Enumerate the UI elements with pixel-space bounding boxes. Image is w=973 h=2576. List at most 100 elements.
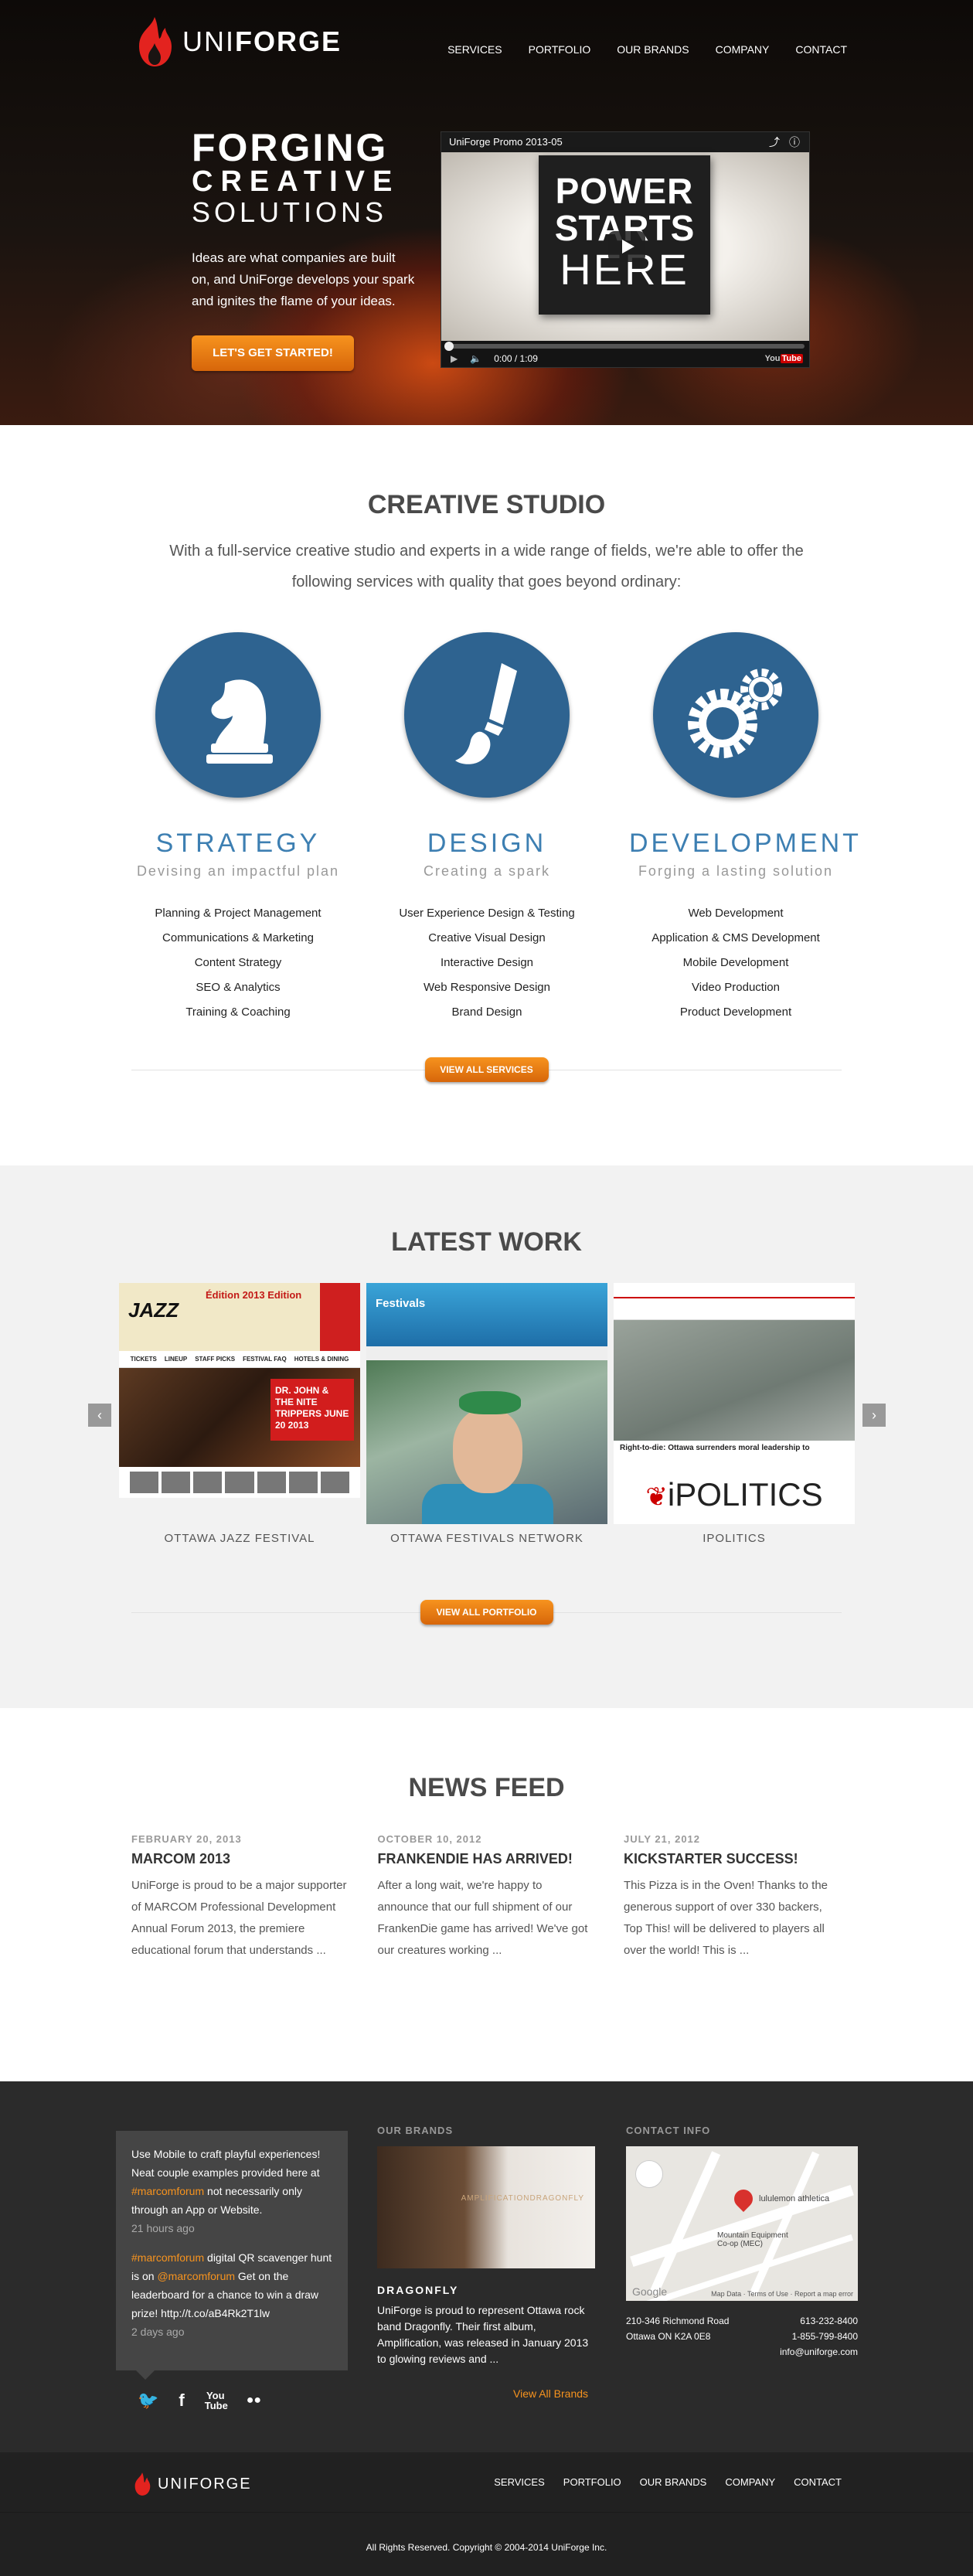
video-progress-knob[interactable] xyxy=(444,342,454,351)
twitter-icon[interactable]: 🐦 xyxy=(138,2391,158,2411)
facebook-icon[interactable]: f xyxy=(179,2391,184,2411)
contact-phones: 613-232-8400 1-855-799-8400 info@uniforg… xyxy=(780,2313,858,2360)
view-all-portfolio-button[interactable]: VIEW ALL PORTFOLIO xyxy=(420,1600,553,1625)
ipolitics-headline: Right-to-die: Ottawa surrenders moral le… xyxy=(614,1441,855,1472)
slide-caption: OTTAWA JAZZ FESTIVAL xyxy=(164,1532,315,1545)
jazz-photo: DR. JOHN & THE NITE TRIPPERS JUNE 20 201… xyxy=(119,1368,360,1467)
play-small-icon[interactable]: ▶ xyxy=(451,353,458,364)
portfolio-slide-jazz[interactable]: JAZZ Édition 2013 Edition TICKETS LINEUP… xyxy=(119,1283,360,1545)
map-terms-link[interactable]: Terms of Use xyxy=(747,2290,788,2298)
map-label: Mountain Equipment Co-op (MEC) xyxy=(717,2231,788,2248)
footer-logo-text: UNIFORGE xyxy=(158,2475,252,2493)
tweet-mention[interactable]: @marcomforum xyxy=(157,2270,235,2282)
service-strategy: STRATEGY Devising an impactful plan Plan… xyxy=(131,632,345,1025)
service-item: Product Development xyxy=(679,1006,792,1019)
footer: Use Mobile to craft playful experiences!… xyxy=(0,2081,973,2576)
logo-text-forge: FORGE xyxy=(235,26,342,57)
service-subtitle: Creating a spark xyxy=(423,863,551,879)
nav-contact[interactable]: CONTACT xyxy=(795,43,847,56)
youtube-logo[interactable]: You Tube xyxy=(765,354,803,363)
nav-services[interactable]: SERVICES xyxy=(447,43,502,56)
service-item: Creative Visual Design xyxy=(428,931,546,944)
ipolitics-thumbnail[interactable]: Right-to-die: Ottawa surrenders moral le… xyxy=(614,1283,855,1524)
knight-icon xyxy=(155,632,321,798)
news-item[interactable]: FEBRUARY 20, 2013 MARCOM 2013 UniForge i… xyxy=(131,1833,350,1962)
get-started-button[interactable]: LET'S GET STARTED! xyxy=(192,335,354,371)
footer-nav-services[interactable]: SERVICES xyxy=(494,2476,545,2488)
portfolio-slide-festivals[interactable]: Festivals OTTAWA FESTIVALS NETWORK xyxy=(366,1283,607,1545)
news-headline[interactable]: KICKSTARTER SUCCESS! xyxy=(624,1851,842,1867)
tweet: Use Mobile to craft playful experiences!… xyxy=(131,2145,332,2237)
service-item: Video Production xyxy=(692,981,780,994)
share-icon[interactable]: ⤴ xyxy=(769,136,780,148)
email-link[interactable]: info@uniforge.com xyxy=(780,2344,858,2360)
ipolitics-logo-text: iPOLITICS xyxy=(667,1476,823,1513)
news-excerpt: After a long wait, we're happy to announ… xyxy=(377,1879,588,1957)
video-icons: ⤴ ⓘ xyxy=(769,136,800,148)
phone-2[interactable]: 1-855-799-8400 xyxy=(780,2329,858,2344)
flame-icon xyxy=(139,17,172,66)
service-item: Application & CMS Development xyxy=(652,931,820,944)
service-item: Interactive Design xyxy=(440,956,534,969)
jazz-site-nav: TICKETS LINEUP STAFF PICKS FESTIVAL FAQ … xyxy=(119,1351,360,1368)
news-date: OCTOBER 10, 2012 xyxy=(377,1833,482,1845)
view-all-brands-link[interactable]: View All Brands xyxy=(513,2387,588,2400)
volume-icon[interactable]: 🔈 xyxy=(470,353,481,364)
location-map[interactable]: lululemon athletica Mountain Equipment C… xyxy=(626,2146,858,2301)
slide-caption: IPOLITICS xyxy=(703,1532,766,1545)
info-icon[interactable]: ⓘ xyxy=(789,136,800,148)
news-headline[interactable]: FRANKENDIE HAS ARRIVED! xyxy=(378,1851,597,1867)
brands-heading: OUR BRANDS xyxy=(377,2125,454,2136)
map-report-link[interactable]: Report a map error xyxy=(794,2290,853,2298)
news-item[interactable]: OCTOBER 10, 2012 FRANKENDIE HAS ARRIVED!… xyxy=(378,1833,597,1962)
service-development: DEVELOPMENT Forging a lasting solution W… xyxy=(629,632,859,1025)
poster-line-1: POWER xyxy=(555,171,694,211)
jazz-nav-item: LINEUP xyxy=(164,1356,188,1363)
news-list: FEBRUARY 20, 2013 MARCOM 2013 UniForge i… xyxy=(131,1833,842,1962)
video-player[interactable]: UniForge Promo 2013-05 ⤴ ⓘ POWER STARTS … xyxy=(441,131,810,368)
map-pin-icon[interactable] xyxy=(730,2186,757,2212)
tweet-hashtag[interactable]: #marcomforum xyxy=(131,2251,204,2264)
footer-nav-contact[interactable]: CONTACT xyxy=(794,2476,842,2488)
carousel-prev-button[interactable]: ‹ xyxy=(88,1404,111,1427)
video-stage[interactable]: POWER STARTS HERE xyxy=(441,152,809,342)
nav-our-brands[interactable]: OUR BRANDS xyxy=(617,43,689,56)
nav-portfolio[interactable]: PORTFOLIO xyxy=(529,43,591,56)
flickr-icon[interactable]: ●● xyxy=(247,2394,261,2408)
news-excerpt: This Pizza is in the Oven! Thanks to the… xyxy=(624,1879,828,1957)
logo[interactable]: UNIFORGE xyxy=(131,14,342,70)
main-nav: SERVICES PORTFOLIO OUR BRANDS COMPANY CO… xyxy=(447,43,847,56)
social-links: 🐦 f You Tube ●● xyxy=(138,2391,261,2411)
footer-nav-our-brands[interactable]: OUR BRANDS xyxy=(640,2476,707,2488)
portfolio-slide-ipolitics[interactable]: Right-to-die: Ottawa surrenders moral le… xyxy=(614,1283,855,1545)
video-controls: ▶ 🔈 0:00 / 1:09 You Tube xyxy=(441,341,809,367)
logo-text-uni: UNI xyxy=(182,26,235,57)
view-all-services-button[interactable]: VIEW ALL SERVICES xyxy=(424,1057,549,1082)
jazz-thumbnail[interactable]: JAZZ Édition 2013 Edition TICKETS LINEUP… xyxy=(119,1283,360,1524)
flame-icon xyxy=(134,2472,151,2496)
service-list: User Experience Design & Testing Creativ… xyxy=(380,901,594,1025)
video-time: 0:00 / 1:09 xyxy=(494,353,538,364)
tweet-hashtag[interactable]: #marcomforum xyxy=(131,2185,204,2197)
news-title: NEWS FEED xyxy=(408,1773,565,1802)
brush-icon xyxy=(404,632,570,798)
service-item: Mobile Development xyxy=(682,956,789,969)
ipolitics-logo: ❦iPOLITICS xyxy=(614,1472,855,1524)
top-nav: UNIFORGE SERVICES PORTFOLIO OUR BRANDS C… xyxy=(0,0,973,100)
phone-1[interactable]: 613-232-8400 xyxy=(780,2313,858,2329)
youtube-icon[interactable]: You Tube xyxy=(205,2391,228,2411)
news-item[interactable]: JULY 21, 2012 KICKSTARTER SUCCESS! This … xyxy=(624,1833,842,1962)
festivals-thumbnail[interactable]: Festivals xyxy=(366,1283,607,1524)
dragonfly-image[interactable]: AMPLIFICATIONDRAGONFLY xyxy=(377,2146,595,2268)
play-icon[interactable] xyxy=(608,231,645,262)
news-headline[interactable]: MARCOM 2013 xyxy=(131,1851,350,1867)
tweet-text: Use Mobile to craft playful experiences!… xyxy=(131,2148,321,2179)
nav-company[interactable]: COMPANY xyxy=(716,43,770,56)
service-item: Brand Design xyxy=(451,1006,522,1019)
maple-leaf-icon: ❦ xyxy=(645,1482,668,1512)
footer-logo[interactable]: UNIFORGE xyxy=(131,2471,252,2497)
video-progress[interactable] xyxy=(444,342,805,351)
footer-nav-portfolio[interactable]: PORTFOLIO xyxy=(563,2476,621,2488)
carousel-next-button[interactable]: › xyxy=(862,1404,886,1427)
footer-nav-company[interactable]: COMPANY xyxy=(725,2476,775,2488)
